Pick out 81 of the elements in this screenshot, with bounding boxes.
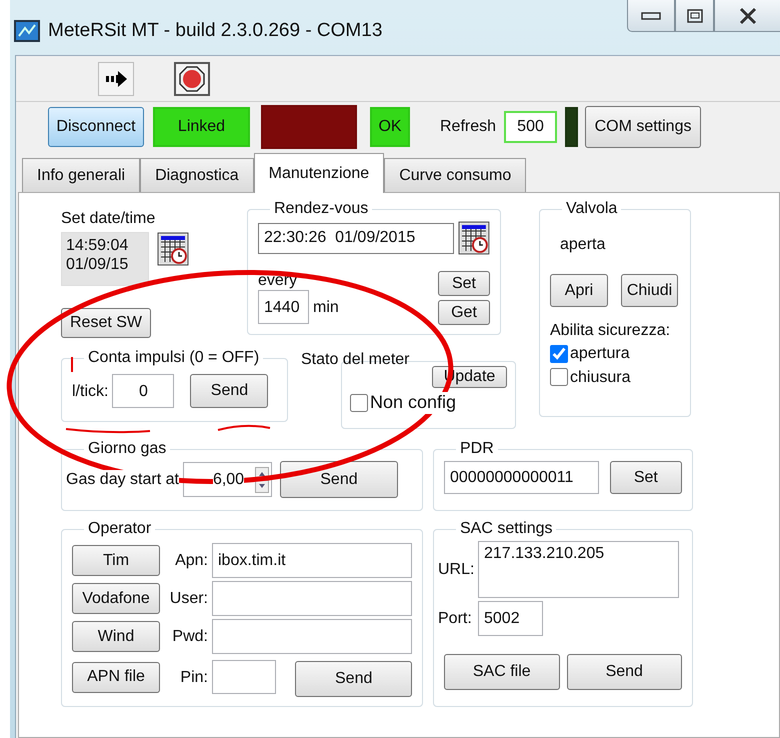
group-title: Stato del meter (301, 350, 410, 370)
group-title: Rendez-vous (273, 201, 370, 217)
tab[interactable]: Curve consumo (384, 158, 526, 192)
tab[interactable]: Info generali (22, 158, 140, 192)
liters-per-tick-field[interactable]: 0 (112, 374, 174, 408)
group-title: Conta impulsi (0 = OFF) (87, 350, 260, 366)
app-icon (14, 20, 40, 42)
field-label: Gas day start at (66, 470, 179, 490)
send-button[interactable]: Send (295, 661, 412, 698)
checkbox-label: Non config (370, 392, 456, 414)
spin-arrows-icon[interactable] (254, 466, 269, 493)
set-datetime-label: Set date/time (61, 209, 156, 228)
group-title: PDR (459, 441, 495, 458)
field-label: Pwd: (171, 627, 209, 646)
checkbox[interactable] (550, 344, 568, 363)
set-button[interactable]: Set (610, 461, 682, 494)
safety-label: Abilita sicurezza: (550, 321, 672, 340)
every-label: every (258, 271, 298, 290)
checkbox[interactable] (350, 394, 368, 412)
operator-button[interactable]: Tim (72, 545, 160, 576)
calendar-icon[interactable] (157, 232, 189, 266)
minimize-icon (641, 10, 661, 20)
status-indicator: OK (370, 107, 410, 147)
group-title: Giorno gas (87, 441, 168, 458)
arrow-icon (104, 68, 128, 88)
operator-button[interactable]: Wind (72, 621, 160, 652)
field-label: Pin: (179, 668, 209, 687)
refresh-label: Refresh (440, 117, 496, 137)
disconnect-button[interactable]: Disconnect (48, 107, 144, 147)
checkbox-label: apertura (570, 344, 630, 364)
datetime-field[interactable]: 14:59:04 01/09/15 (61, 232, 149, 286)
calendar-icon[interactable] (458, 221, 490, 255)
spin-field[interactable]: 6,00 (182, 462, 272, 498)
operator-button[interactable]: Vodafone (72, 583, 160, 614)
operator-button[interactable]: APN file (72, 662, 160, 693)
send-button[interactable]: Send (280, 461, 398, 498)
arrow-button[interactable] (98, 62, 134, 96)
pdr-field[interactable]: 00000000000011 (444, 461, 599, 494)
field-label: URL: (438, 560, 476, 580)
open-button[interactable]: Apri (550, 274, 608, 308)
window-title: MeteRSit MT - build 2.3.0.269 - COM13 (48, 20, 382, 43)
refresh-field[interactable]: 500 (504, 111, 558, 143)
stop-icon (179, 66, 205, 92)
get-button[interactable]: Get (438, 300, 490, 325)
status-indicator: Linked (153, 107, 250, 147)
url-field[interactable]: 217.133.210.205 (478, 541, 679, 598)
stop-button[interactable] (174, 62, 210, 96)
close-icon (738, 6, 758, 24)
pin-field[interactable] (212, 660, 276, 694)
close-valve-button[interactable]: Chiudi (621, 274, 678, 308)
text-field[interactable] (212, 581, 412, 616)
field-label: Apn: (174, 551, 209, 570)
send-button[interactable]: Send (566, 654, 682, 690)
underline-mark (218, 424, 270, 431)
group-title: SAC settings (459, 521, 554, 538)
checkbox[interactable] (550, 368, 568, 386)
annotation-mark (71, 357, 73, 372)
text-field[interactable]: ibox.tim.it (212, 543, 412, 578)
minimize-button[interactable] (627, 0, 675, 32)
group-title: Operator (87, 521, 152, 538)
checkbox-label: chiusura (570, 368, 630, 387)
field-label: l/tick: (72, 382, 108, 401)
close-button[interactable] (714, 0, 780, 32)
set-button[interactable]: Set (438, 271, 490, 296)
sac-file-button[interactable]: SAC file (444, 654, 560, 690)
valve-state-text: aperta (560, 235, 606, 254)
maximize-icon (686, 8, 704, 24)
datetime-field[interactable]: 22:30:26 01/09/2015 (258, 222, 454, 254)
com-settings-button[interactable]: COM settings (585, 106, 702, 148)
tab[interactable]: Diagnostica (140, 158, 254, 192)
text-field[interactable] (212, 619, 412, 654)
port-field[interactable]: 5002 (478, 601, 543, 636)
unit-label: min (313, 298, 339, 317)
tab[interactable]: Manutenzione (254, 153, 384, 193)
maximize-button[interactable] (675, 0, 714, 32)
field-label: User: (168, 589, 209, 608)
send-button[interactable]: Send (190, 374, 268, 408)
group-title: Valvola (565, 201, 618, 217)
reset-sw-button[interactable]: Reset SW (61, 308, 151, 338)
interval-field[interactable]: 1440 (258, 290, 309, 324)
field-label: Port: (438, 609, 473, 628)
